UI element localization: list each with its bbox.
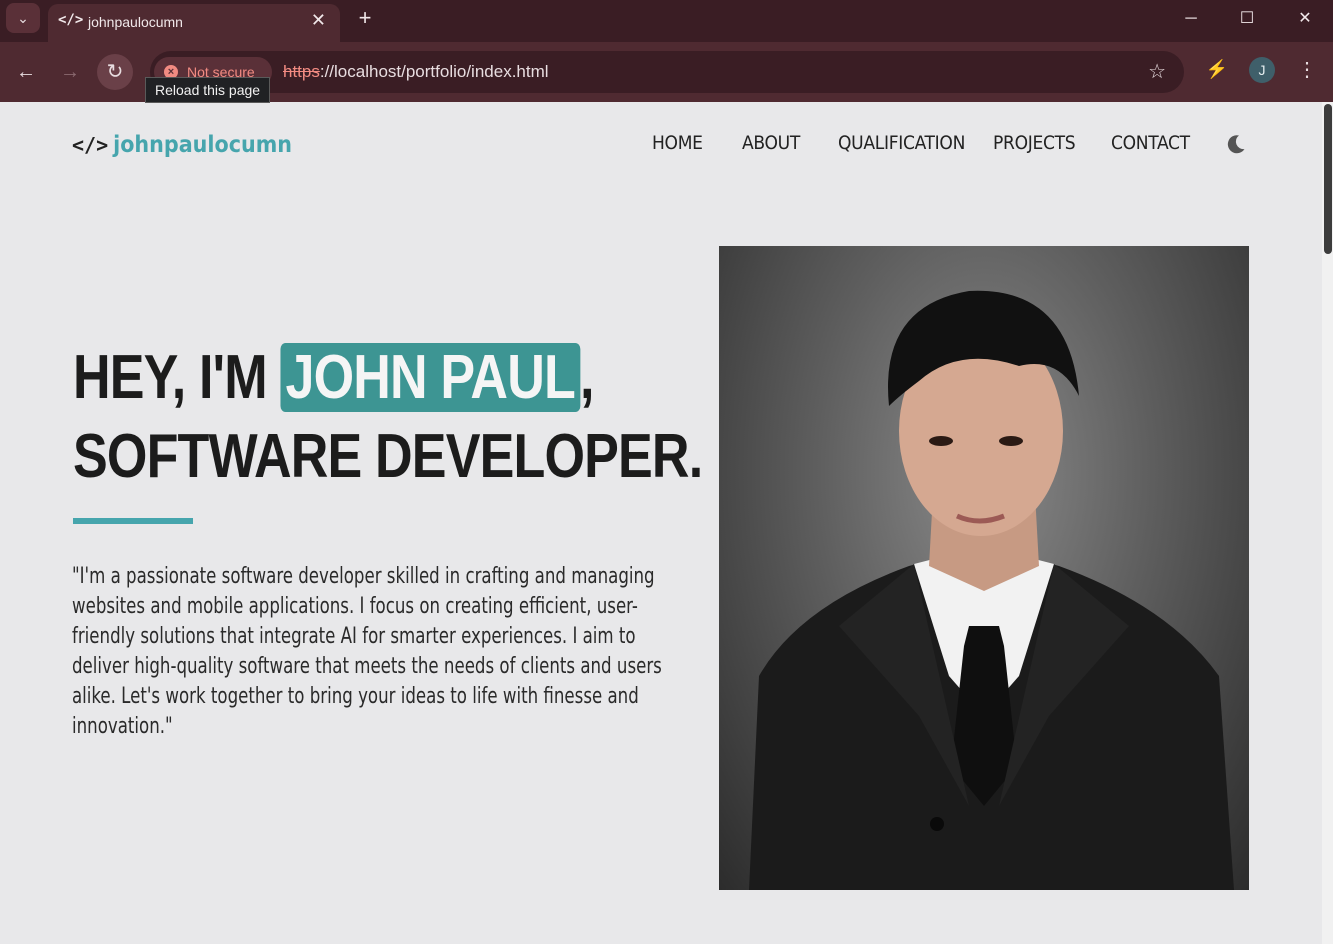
tab-title: johnpaulocumn	[88, 14, 183, 30]
url-text[interactable]: https://localhost/portfolio/index.html	[283, 62, 549, 82]
code-icon: </>	[72, 133, 109, 157]
forward-button[interactable]: →	[52, 54, 88, 90]
arrow-left-icon: ←	[16, 61, 36, 83]
hero-line-2: SOFTWARE DEVELOPER.	[73, 422, 703, 491]
nav-qualification[interactable]: QUALIFICATION	[838, 132, 965, 154]
moon-icon[interactable]	[1224, 132, 1248, 156]
hero-prefix: HEY, I'M	[73, 343, 281, 412]
brand-name: johnpaulocumn	[113, 132, 293, 158]
page-scrollbar[interactable]	[1322, 102, 1333, 944]
intro-paragraph: "I'm a passionate software developer ski…	[72, 564, 662, 739]
heading-underline	[73, 518, 193, 524]
portrait-illustration	[749, 290, 1234, 890]
profile-avatar[interactable]: J	[1249, 57, 1275, 83]
tab-strip: ⌄ </> johnpaulocumn ✕ + ─ ☐ ✕	[0, 0, 1333, 42]
menu-kebab-icon[interactable]: ⋮	[1294, 55, 1320, 85]
nav-projects[interactable]: PROJECTS	[993, 132, 1076, 154]
webpage: </> johnpaulocumn HOME ABOUT QUALIFICATIO…	[0, 102, 1322, 944]
hero-heading: HEY, I'M JOHN PAUL, SOFTWARE DEVELOPER.	[73, 338, 703, 496]
arrow-right-icon: →	[60, 61, 80, 83]
close-tab-icon[interactable]: ✕	[311, 10, 326, 31]
extension-icon[interactable]: ⚡	[1204, 56, 1230, 82]
hero-name-highlight: JOHN PAUL	[280, 343, 580, 412]
reload-tooltip: Reload this page	[145, 77, 271, 103]
nav-contact[interactable]: CONTACT	[1111, 132, 1190, 154]
tab-search-button[interactable]: ⌄	[6, 3, 40, 33]
new-tab-button[interactable]: +	[352, 4, 378, 32]
url-scheme: https	[283, 62, 320, 81]
nav-home[interactable]: HOME	[652, 132, 703, 154]
profile-photo	[719, 246, 1249, 890]
browser-tab[interactable]: </> johnpaulocumn ✕	[48, 4, 340, 42]
back-button[interactable]: ←	[8, 54, 44, 90]
maximize-button[interactable]: ☐	[1227, 6, 1267, 32]
minimize-button[interactable]: ─	[1171, 6, 1211, 32]
code-favicon-icon: </>	[58, 12, 84, 28]
address-bar[interactable]: × Not secure https://localhost/portfolio…	[150, 51, 1184, 93]
bookmark-star-icon[interactable]: ☆	[1148, 59, 1166, 84]
chevron-down-icon: ⌄	[17, 9, 29, 26]
close-window-button[interactable]: ✕	[1285, 6, 1325, 32]
hero-comma: ,	[579, 343, 594, 412]
reload-icon: ↻	[106, 61, 124, 83]
url-path: ://localhost/portfolio/index.html	[319, 62, 549, 81]
scrollbar-thumb[interactable]	[1324, 104, 1332, 254]
reload-button[interactable]: ↻	[97, 54, 133, 90]
hero-line-1: HEY, I'M JOHN PAUL,	[73, 338, 702, 417]
nav-about[interactable]: ABOUT	[742, 132, 800, 154]
site-logo[interactable]: </> johnpaulocumn	[72, 132, 292, 158]
